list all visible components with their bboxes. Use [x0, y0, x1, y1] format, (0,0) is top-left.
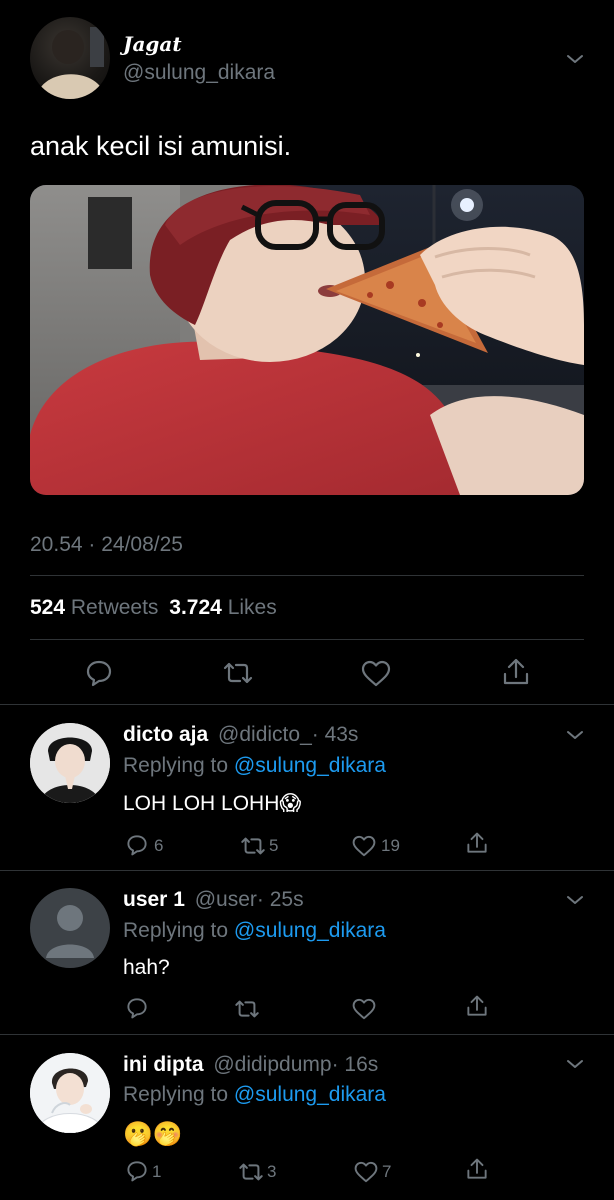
- reply-header[interactable]: dicto aja @didicto_· 43s: [123, 723, 358, 747]
- reply-count: 6: [154, 836, 164, 855]
- likes-count: 3.724: [169, 596, 222, 619]
- author-name[interactable]: Jagat: [123, 32, 182, 56]
- divider-reply-2: [0, 1034, 614, 1035]
- like-count: 19: [381, 836, 400, 855]
- reply-author-name: dicto aja: [123, 723, 209, 746]
- like-heart-icon[interactable]: [354, 1161, 378, 1183]
- reply-author-handle: @user: [194, 888, 257, 911]
- retweet-arrows-icon[interactable]: [239, 835, 267, 857]
- share-upload-icon[interactable]: [502, 657, 530, 687]
- tweet-text: anak kecil isi amunisi.: [30, 131, 292, 161]
- replying-to-line: Replying to @sulung_dikara: [123, 754, 386, 778]
- author-avatar-figure: [36, 27, 106, 99]
- retweet-count: 5: [269, 836, 279, 855]
- replying-to-line: Replying to @sulung_dikara: [123, 1083, 386, 1107]
- reply-avatar-figure: [30, 1053, 110, 1133]
- like-heart-icon[interactable]: [352, 998, 376, 1020]
- replying-to-prefix: Replying to: [123, 919, 229, 942]
- reply-author-name: ini dipta: [123, 1053, 204, 1076]
- author-avatar[interactable]: [30, 17, 110, 99]
- divider-main-tweet: [0, 704, 614, 705]
- replying-to-handle-link[interactable]: @sulung_dikara: [234, 919, 386, 942]
- reply-text: hah?: [123, 956, 170, 979]
- author-handle[interactable]: @sulung_dikara: [123, 61, 275, 85]
- retweet-arrows-icon[interactable]: [221, 660, 255, 686]
- replying-to-handle-link[interactable]: @sulung_dikara: [234, 754, 386, 777]
- like-heart-icon[interactable]: [352, 835, 376, 857]
- retweets-label: Retweets: [70, 596, 159, 619]
- retweet-arrows-icon[interactable]: [233, 998, 261, 1020]
- reply-time: · 43s: [311, 723, 359, 746]
- retweet-arrows-icon[interactable]: [237, 1161, 265, 1183]
- tweet-timestamp[interactable]: 20.54 · 24/08/25: [30, 533, 183, 557]
- reply-avatar[interactable]: [30, 723, 110, 803]
- share-upload-icon[interactable]: [466, 994, 488, 1018]
- reply-text: 🫢🤭: [123, 1121, 183, 1148]
- reply-author-handle: @didipdump: [213, 1053, 332, 1076]
- default-profile-icon: [46, 905, 94, 958]
- reply-more-chevron-down-icon[interactable]: [566, 728, 584, 740]
- tweet-photo[interactable]: [30, 185, 584, 495]
- tweet-photo-illustration: [30, 185, 584, 495]
- retweets-stat[interactable]: 524 Retweets 3.724 Likes: [30, 596, 277, 620]
- reply-count: 1: [152, 1162, 162, 1181]
- replying-to-prefix: Replying to: [123, 754, 229, 777]
- replying-to-prefix: Replying to: [123, 1083, 229, 1106]
- reply-author-name: user 1: [123, 888, 185, 911]
- reply-header[interactable]: user 1 @user· 25s: [123, 888, 304, 912]
- retweet-count: 3: [267, 1162, 277, 1181]
- reply-header[interactable]: ini dipta @didipdump· 16s: [123, 1053, 378, 1077]
- share-upload-icon[interactable]: [466, 831, 488, 855]
- like-heart-icon[interactable]: [361, 660, 391, 687]
- replying-to-line: Replying to @sulung_dikara: [123, 919, 386, 943]
- reply-avatar-default[interactable]: [30, 888, 110, 968]
- divider-reply-1: [0, 870, 614, 871]
- reply-more-chevron-down-icon[interactable]: [566, 893, 584, 905]
- reply-time: · 16s: [331, 1053, 379, 1076]
- like-count: 7: [382, 1162, 392, 1181]
- reply-more-chevron-down-icon[interactable]: [566, 1057, 584, 1069]
- reply-speech-bubble-icon[interactable]: [85, 659, 113, 687]
- share-upload-icon[interactable]: [466, 1157, 488, 1181]
- divider-stats-bottom: [30, 639, 584, 640]
- reply-avatar-figure: [30, 723, 110, 803]
- reply-author-handle: @didicto_: [218, 723, 312, 746]
- reply-text: LOH LOH LOHH😱: [123, 792, 302, 815]
- reply-speech-bubble-icon[interactable]: [126, 997, 148, 1019]
- reply-speech-bubble-icon[interactable]: [126, 834, 148, 856]
- reply-speech-bubble-icon[interactable]: [126, 1160, 148, 1182]
- replying-to-handle-link[interactable]: @sulung_dikara: [234, 1083, 386, 1106]
- reply-avatar[interactable]: [30, 1053, 110, 1133]
- reply-time: · 25s: [256, 888, 304, 911]
- more-options-chevron-down-icon[interactable]: [566, 52, 584, 64]
- likes-label: Likes: [227, 596, 277, 619]
- retweets-count: 524: [30, 596, 66, 619]
- divider-stats-top: [30, 575, 584, 576]
